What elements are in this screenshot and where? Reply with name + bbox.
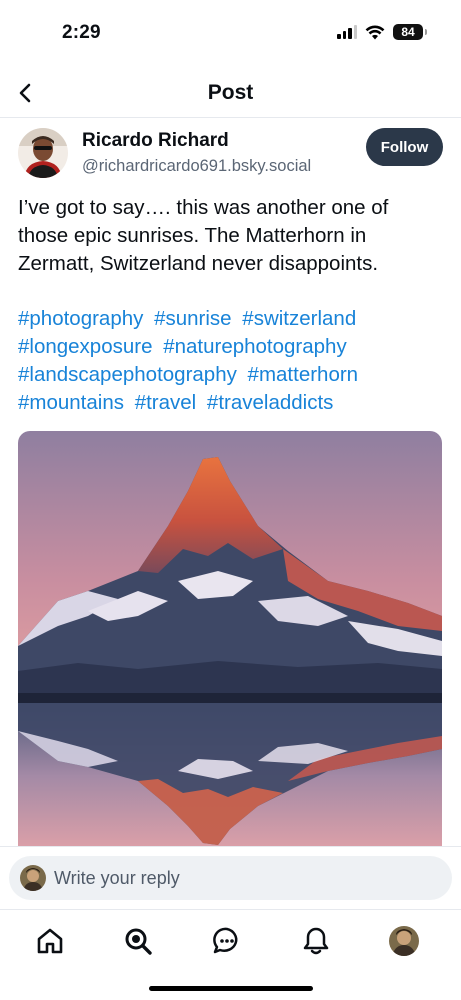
tab-home[interactable] bbox=[33, 924, 67, 958]
search-icon bbox=[125, 928, 152, 955]
author-row: Ricardo Richard @richardricardo691.bsky.… bbox=[18, 126, 443, 182]
chat-icon bbox=[213, 927, 238, 954]
hashtag-link[interactable]: #switzerland bbox=[242, 307, 356, 330]
hashtag-link[interactable]: #mountains bbox=[18, 391, 124, 414]
hashtag-link[interactable]: #travel bbox=[135, 391, 197, 414]
home-icon bbox=[37, 928, 63, 954]
tab-search[interactable] bbox=[121, 924, 155, 958]
status-bar: 2:29 84 bbox=[0, 0, 461, 64]
matterhorn-photo bbox=[18, 431, 442, 849]
hashtag-link[interactable]: #matterhorn bbox=[248, 363, 359, 386]
hashtag-link[interactable]: #longexposure bbox=[18, 335, 153, 358]
author-name[interactable]: Ricardo Richard bbox=[82, 130, 229, 152]
status-time: 2:29 bbox=[62, 22, 101, 43]
post-header: Post bbox=[0, 72, 461, 118]
tab-chat[interactable] bbox=[210, 924, 244, 958]
signal-icon bbox=[337, 25, 357, 39]
hashtag-link[interactable]: #naturephotography bbox=[163, 335, 347, 358]
hashtag-link[interactable]: #sunrise bbox=[154, 307, 232, 330]
bell-icon bbox=[303, 927, 329, 955]
author-handle[interactable]: @richardricardo691.bsky.social bbox=[82, 157, 311, 176]
reply-placeholder: Write your reply bbox=[54, 868, 180, 888]
post-text: I’ve got to say…. this was another one o… bbox=[18, 196, 389, 275]
reply-input[interactable]: Write your reply bbox=[9, 856, 452, 900]
tab-notifications[interactable] bbox=[299, 924, 333, 958]
hashtag-link[interactable]: #landscapephotography bbox=[18, 363, 237, 386]
status-icons: 84 bbox=[337, 24, 427, 40]
battery-level: 84 bbox=[401, 25, 415, 39]
battery-icon: 84 bbox=[393, 24, 427, 40]
follow-button[interactable]: Follow bbox=[366, 128, 443, 166]
page-title: Post bbox=[207, 81, 254, 104]
hashtag-list: #photography #sunrise #switzerland #long… bbox=[18, 305, 443, 417]
author-avatar[interactable] bbox=[18, 128, 68, 178]
post-image[interactable] bbox=[18, 431, 442, 849]
hashtag-link[interactable]: #traveladdicts bbox=[207, 391, 333, 414]
user-avatar bbox=[20, 865, 46, 891]
profile-avatar bbox=[389, 926, 419, 956]
bottom-tab-bar bbox=[0, 910, 461, 1000]
home-indicator bbox=[149, 986, 313, 991]
hashtag-link[interactable]: #photography bbox=[18, 307, 143, 330]
wifi-icon bbox=[365, 25, 385, 39]
tab-profile[interactable] bbox=[389, 926, 419, 956]
reply-bar: Write your reply bbox=[0, 846, 461, 910]
